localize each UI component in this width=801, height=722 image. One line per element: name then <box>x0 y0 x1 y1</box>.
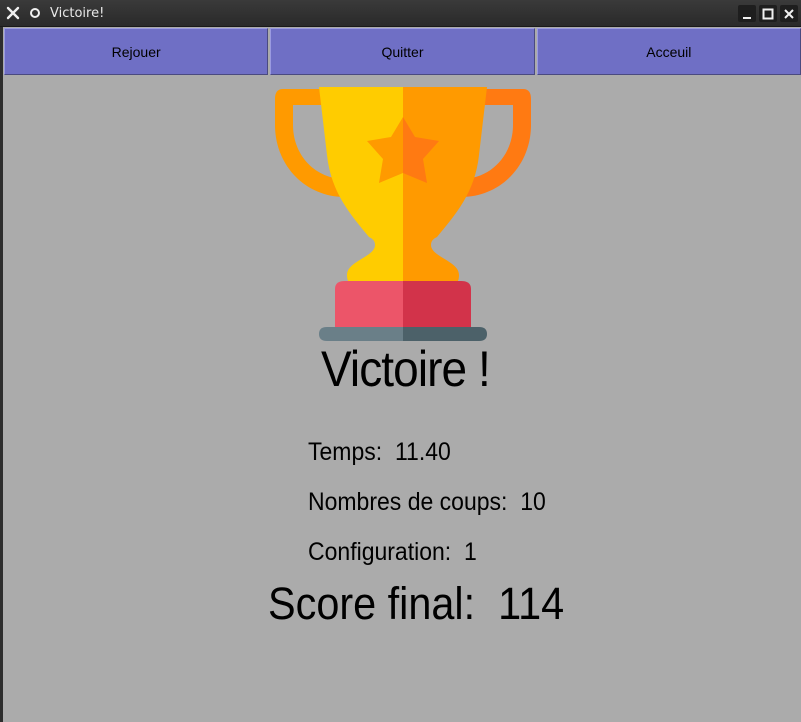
close-icon <box>784 8 794 19</box>
moves-value: 10 <box>520 488 546 516</box>
time-label: Temps: <box>308 438 383 466</box>
moves-stat: Nombres de coups: 10 <box>308 488 546 517</box>
action-toolbar: Rejouer Quitter Acceuil <box>4 28 801 75</box>
replay-button[interactable]: Rejouer <box>4 28 269 75</box>
maximize-icon <box>762 8 774 19</box>
window-titlebar: Victoire! <box>0 0 801 27</box>
time-value: 11.40 <box>394 438 451 466</box>
victory-heading: Victoire ! <box>320 341 491 397</box>
maximize-button[interactable] <box>759 5 777 22</box>
moves-label: Nombres de coups: <box>308 488 508 516</box>
home-button[interactable]: Acceuil <box>536 28 801 75</box>
window-menu-icon[interactable] <box>26 4 44 22</box>
close-button[interactable] <box>780 5 798 22</box>
config-value: 1 <box>463 538 477 566</box>
minimize-icon <box>743 16 751 19</box>
final-score: Score final: 114 <box>268 578 564 630</box>
minimize-button[interactable] <box>738 5 756 22</box>
config-stat: Configuration: 1 <box>308 538 477 567</box>
time-stat: Temps: 11.40 <box>308 438 451 467</box>
score-label: Score final: <box>268 578 476 629</box>
config-label: Configuration: <box>308 538 452 566</box>
score-value: 114 <box>498 578 565 629</box>
quit-button[interactable]: Quitter <box>270 28 535 75</box>
trophy-icon <box>275 87 531 341</box>
window-title: Victoire! <box>50 5 105 21</box>
close-icon[interactable] <box>4 4 22 22</box>
